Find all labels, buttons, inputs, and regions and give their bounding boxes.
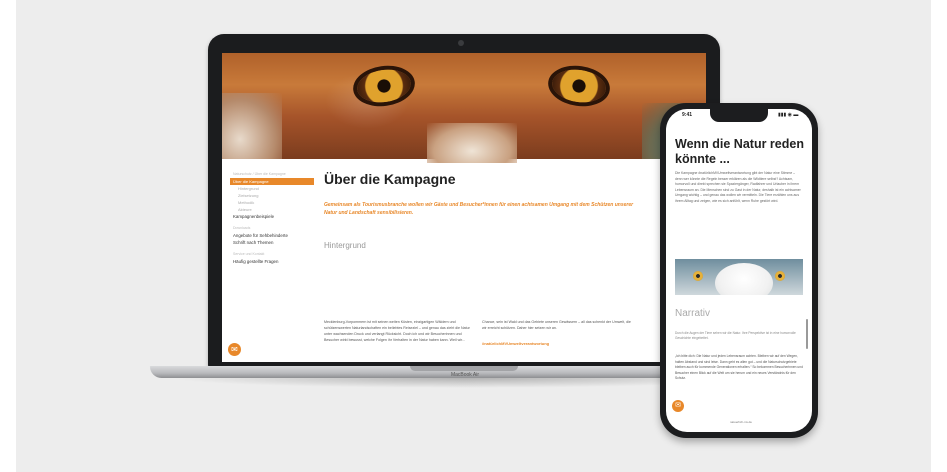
laptop-mockup: Naturschutz / Über die Kampagne Über die… <box>208 34 720 369</box>
laptop-screen: Naturschutz / Über die Kampagne Über die… <box>222 53 706 362</box>
hero-fur-highlight <box>222 93 282 159</box>
main-content: Über die Kampagne Gemeinsam als Tourismu… <box>324 171 684 346</box>
hashtag-link[interactable]: #natürlichMVUmweltverantwortung <box>482 341 632 347</box>
phone-url-bar[interactable]: natuerlich-mv.de <box>706 420 776 424</box>
hero-image-fox <box>222 53 706 163</box>
seagull-eye-right <box>775 271 785 281</box>
phone-section-heading: Narrativ <box>675 308 711 319</box>
phone-intro-text: Die Kampagne #natürlichMVUmweltverantwor… <box>675 171 801 203</box>
fox-eye-right <box>550 66 608 106</box>
phone-notch <box>710 109 768 122</box>
body-column-2: Chance, sein ist Wald und das Gebiete un… <box>482 319 632 347</box>
body-column-2-text: Chance, sein ist Wald und das Gebiete un… <box>482 320 631 330</box>
sidebar-section-heading: Service und Kontakt <box>233 252 265 256</box>
phone-screen: 9:41 ▮▮▮ ◉ ▬ Wenn die Natur reden könnte… <box>666 109 812 432</box>
sidebar-item[interactable]: Über die Kampagne <box>230 178 314 185</box>
sidebar-nav: Naturschutz / Über die Kampagne Über die… <box>230 171 314 265</box>
phone-scrollbar[interactable] <box>806 319 808 349</box>
fox-eye-left <box>355 66 413 106</box>
sidebar-item[interactable]: Zielsetzung <box>230 192 314 199</box>
camera-icon <box>458 40 464 46</box>
status-icons: ▮▮▮ ◉ ▬ <box>778 112 799 118</box>
sidebar-item[interactable]: Häufig gestellte Fragen <box>230 258 314 265</box>
sidebar-item[interactable]: Hintergrund <box>230 185 314 192</box>
sidebar-section-heading: Downloads <box>233 226 251 230</box>
sidebar-item[interactable]: Angebote für Sehbehinderte <box>230 232 314 239</box>
sidebar-item[interactable]: Methodik <box>230 199 314 206</box>
section-heading: Hintergrund <box>324 241 366 250</box>
chat-icon[interactable]: ✉ <box>672 400 684 412</box>
chat-icon[interactable]: ✉ <box>228 343 241 356</box>
sidebar-item[interactable]: Schrift nach Themen <box>230 239 314 246</box>
phone-section-text: Durch die Augen der Tiere sehen wir die … <box>675 331 796 341</box>
phone-page-title: Wenn die Natur reden könnte ... <box>675 137 804 166</box>
intro-text: Gemeinsam als Tourismusbranche wollen wi… <box>324 202 634 216</box>
sidebar-item[interactable]: Kampagnenbeispiele <box>230 213 314 220</box>
status-time: 9:41 <box>682 112 693 118</box>
seagull-eye-left <box>693 271 703 281</box>
hero-snout <box>427 123 517 163</box>
breadcrumb: Naturschutz / Über die Kampagne <box>233 172 286 176</box>
sidebar-item[interactable]: Akteure <box>230 206 314 213</box>
laptop-trackpad-notch <box>410 366 518 371</box>
phone-image-seagull <box>675 259 803 295</box>
seagull-head <box>715 263 773 295</box>
phone-quote-text: „Ich bitte dich: Die Natur und jeden Leb… <box>675 354 803 381</box>
page-title: Über die Kampagne <box>324 171 456 187</box>
body-column-1: Mecklenburg-Vorpommern ist mit seinen we… <box>324 320 470 342</box>
phone-mockup: 9:41 ▮▮▮ ◉ ▬ Wenn die Natur reden könnte… <box>660 103 818 438</box>
